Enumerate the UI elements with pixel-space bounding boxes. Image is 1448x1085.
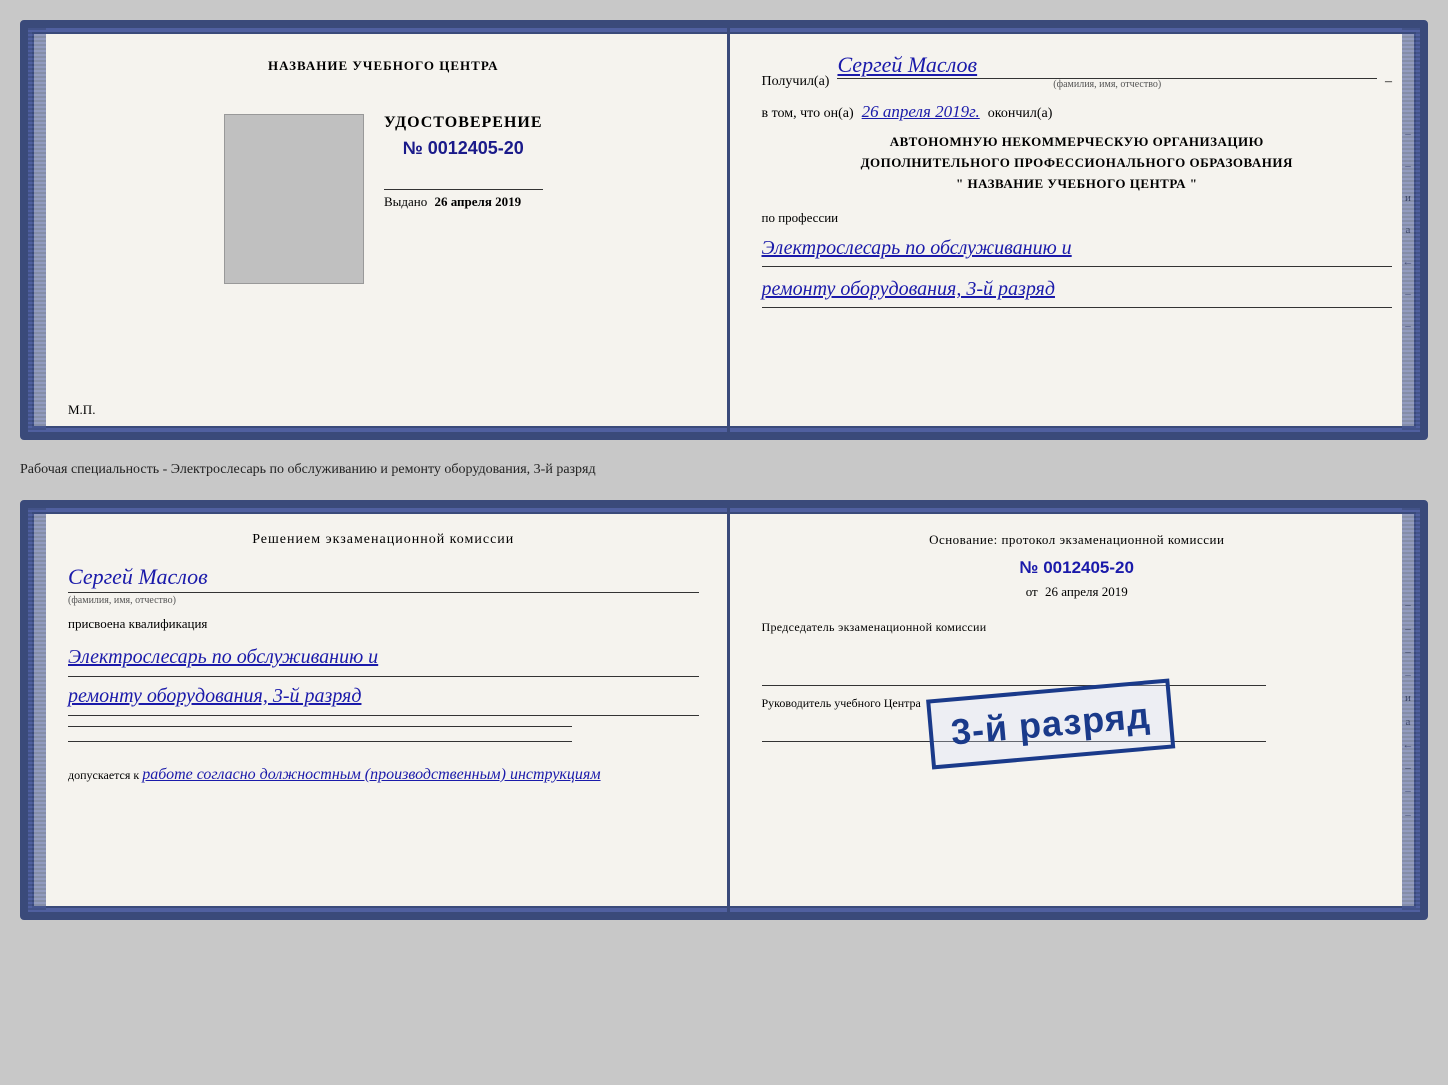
dopuskaetsya-text: работе согласно должностным (производств…: [142, 766, 600, 783]
dopuskaetsya-block: допускается к работе согласно должностны…: [68, 762, 699, 788]
bottom-right-panel: Основание: протокол экзаменационной коми…: [730, 508, 1421, 912]
ot-label: от: [1026, 584, 1038, 599]
vtom-label: в том, что он(а): [762, 106, 854, 122]
top-certificate-card: НАЗВАНИЕ УЧЕБНОГО ЦЕНТРА УДОСТОВЕРЕНИЕ №…: [20, 20, 1428, 440]
org-line1: АВТОНОМНУЮ НЕКОММЕРЧЕСКУЮ ОРГАНИЗАЦИЮ: [762, 132, 1393, 153]
poluchil-label: Получил(а): [762, 74, 830, 90]
right-edge-marks-top: – – и а ← – –: [1402, 108, 1414, 352]
profession-line2: ремонту оборудования, 3-й разряд: [762, 271, 1393, 307]
qualification-line2: ремонту оборудования, 3-й разряд: [68, 677, 699, 715]
cert-number: № 0012405-20: [384, 138, 543, 159]
top-right-panel: Получил(а) Сергей Маслов (фамилия, имя, …: [730, 28, 1421, 432]
sig-line-predsedatel: [762, 685, 1266, 686]
top-left-panel: НАЗВАНИЕ УЧЕБНОГО ЦЕНТРА УДОСТОВЕРЕНИЕ №…: [28, 28, 727, 432]
fio-label-top: (фамилия, имя, отчество): [837, 79, 1377, 90]
ot-line: от 26 апреля 2019: [762, 584, 1393, 600]
osnovanie-label: Основание: протокол экзаменационной коми…: [762, 532, 1393, 548]
info-strip: Рабочая специальность - Электрослесарь п…: [20, 458, 1428, 482]
person-name-top: Сергей Маслов: [837, 52, 1377, 78]
mp-label: М.П.: [68, 402, 95, 418]
photo-placeholder: [224, 114, 364, 284]
vydano-line: Выдано 26 апреля 2019: [384, 194, 543, 210]
dash-top: –: [1385, 74, 1392, 90]
ot-date: 26 апреля 2019: [1045, 584, 1128, 599]
sig-line-bottom-1: [68, 726, 572, 727]
org-block-top: АВТОНОМНУЮ НЕКОММЕРЧЕСКУЮ ОРГАНИЗАЦИЮ ДО…: [762, 132, 1393, 194]
sig-line-bottom-2: [68, 741, 572, 742]
sig-line-1: [384, 189, 543, 190]
org-title-left: НАЗВАНИЕ УЧЕБНОГО ЦЕНТРА: [268, 58, 499, 74]
bottom-left-panel: Решением экзаменационной комиссии Сергей…: [28, 508, 727, 912]
stamp: 3-й разряд: [926, 679, 1175, 770]
protocol-number: № 0012405-20: [762, 558, 1393, 578]
bottom-certificate-card: Решением экзаменационной комиссии Сергей…: [20, 500, 1428, 920]
vtom-date: 26 апреля 2019г.: [862, 102, 980, 122]
resolution-title: Решением экзаменационной комиссии: [68, 532, 699, 548]
po-professii-label: по профессии: [762, 210, 1393, 226]
fio-label-bottom: (фамилия, имя, отчество): [68, 595, 699, 606]
org-line3: " НАЗВАНИЕ УЧЕБНОГО ЦЕНТРА ": [762, 174, 1393, 195]
dopuskaetsya-label: допускается к: [68, 768, 139, 782]
right-edge-marks-bottom: – – – – и а ← – – –: [1402, 588, 1414, 832]
profession-line1: Электрослесарь по обслуживанию и: [762, 230, 1393, 266]
person-name-bottom: Сергей Маслов: [68, 564, 699, 590]
okonchil-label: окончил(а): [988, 106, 1053, 122]
vydano-date: 26 апреля 2019: [434, 194, 521, 209]
udostoverenie-label: УДОСТОВЕРЕНИЕ: [384, 114, 543, 132]
prisvoena-label: присвоена квалификация: [68, 616, 699, 632]
page-container: НАЗВАНИЕ УЧЕБНОГО ЦЕНТРА УДОСТОВЕРЕНИЕ №…: [20, 20, 1428, 920]
stamp-text: 3-й разряд: [949, 694, 1152, 753]
org-line2: ДОПОЛНИТЕЛЬНОГО ПРОФЕССИОНАЛЬНОГО ОБРАЗО…: [762, 153, 1393, 174]
vydano-label: Выдано: [384, 194, 427, 209]
qualification-line1: Электрослесарь по обслуживанию и: [68, 638, 699, 676]
predsedatel-label: Председатель экзаменационной комиссии: [762, 620, 1393, 635]
